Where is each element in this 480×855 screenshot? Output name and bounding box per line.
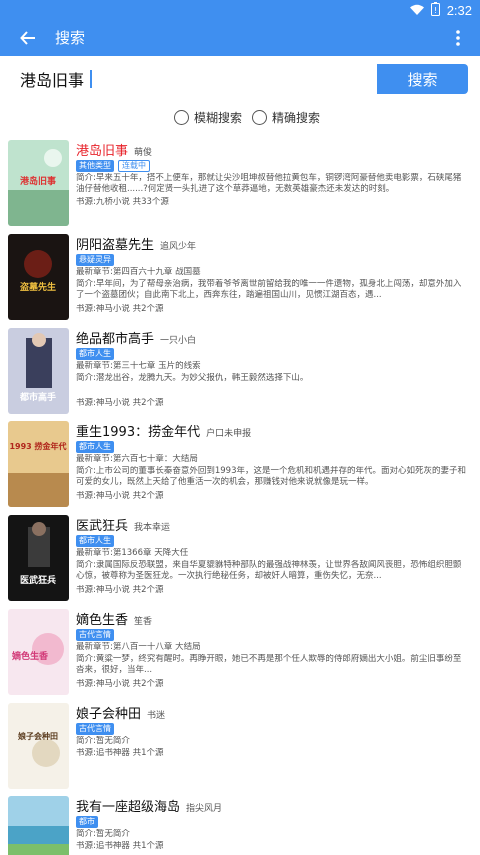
search-input[interactable] (12, 64, 378, 94)
book-title: 阴阳盗墓先生 (76, 238, 155, 253)
book-latest-chapter: 最新章节:第三十七章 玉片的线索 (76, 361, 201, 371)
book-item[interactable]: 海岛 我有一座超级海岛 指尖风月 都市 简介:暂无简介 书源:追书神器 共1个源 (0, 796, 480, 855)
book-author: 追风少年 (160, 242, 197, 252)
book-intro: 简介:早来五十年，搭不上便车，那就让尖沙咀坤叔替他拉黄包车，铜锣湾阿豪替他卖电影… (76, 173, 462, 194)
book-source: 书源:追书神器 共1个源 (76, 841, 164, 851)
radio-icon (252, 109, 267, 125)
category-tag: 都市人生 (76, 535, 114, 547)
category-tag: 悬疑灵异 (76, 254, 114, 266)
status-bar: ! 2:32 (0, 0, 480, 20)
book-source: 书源:神马小说 共2个源 (76, 679, 164, 689)
book-source: 书源:神马小说 共2个源 (76, 304, 164, 314)
book-source: 书源:九桥小说 共33个源 (76, 197, 169, 207)
book-title: 娘子会种田 (76, 707, 142, 722)
exact-search-label: 精确搜索 (272, 110, 321, 125)
search-button[interactable]: 搜索 (377, 64, 468, 94)
category-tag: 都市 (76, 816, 98, 828)
book-source: 书源:追书神器 共1个源 (76, 748, 164, 758)
cover-title: 娘子会种田 (18, 731, 58, 741)
book-source: 书源:神马小说 共2个源 (76, 491, 164, 501)
book-source: 书源:神马小说 共2个源 (76, 398, 164, 408)
fuzzy-search-option[interactable]: 模糊搜索 (174, 107, 242, 127)
more-options-button[interactable] (450, 26, 466, 50)
app-bar: 搜索 (0, 20, 480, 56)
search-mode-group: 模糊搜索 精确搜索 (0, 107, 480, 127)
wifi-icon (409, 1, 424, 20)
cover-title: 都市高手 (19, 391, 56, 403)
book-author: 我本幸运 (134, 523, 171, 533)
cover-title: 盗墓先生 (20, 281, 56, 293)
cover-title: 1993 捞金年代 (9, 441, 66, 451)
book-title: 港岛旧事 (76, 144, 129, 159)
book-cover: 1993 捞金年代 (8, 421, 69, 507)
book-item[interactable]: 1993 捞金年代 重生1993：捞金年代 户口未申报 都市人生 最新章节:第六… (0, 421, 480, 515)
book-cover: 嫡色生香 (8, 609, 69, 695)
cover-title: 医武狂兵 (20, 574, 56, 586)
book-latest-chapter: 最新章节:第八百一十八章 大结局 (76, 642, 201, 652)
book-source: 书源:神马小说 共2个源 (76, 585, 164, 595)
book-item[interactable]: 都市高手 绝品都市高手 一只小白 都市人生 最新章节:第三十七章 玉片的线索 简… (0, 328, 480, 422)
book-intro: 简介:黄粱一梦，终究有醒时。再睁开眼，她已不再是那个任人欺辱的侍郎府嫡出大小姐。… (76, 654, 462, 675)
book-title: 绝品都市高手 (76, 332, 155, 347)
book-item[interactable]: 医武狂兵 医武狂兵 我本幸运 都市人生 最新章节:第1366章 天降大任 简介:… (0, 515, 480, 609)
book-author: 笙香 (134, 617, 153, 627)
status-tag: 连载中 (118, 160, 150, 172)
book-item[interactable]: 嫡色生香 嫡色生香 笙香 古代言情 最新章节:第八百一十八章 大结局 简介:黄粱… (0, 609, 480, 703)
category-tag: 其他类型 (76, 160, 114, 172)
book-author: 书迷 (147, 711, 166, 721)
back-button[interactable] (16, 26, 40, 50)
book-item[interactable]: 港岛旧事 港岛旧事 萌俊 其他类型 连载中 简介:早来五十年，搭不上便车，那就让… (0, 140, 480, 234)
arrow-left-icon (20, 31, 35, 45)
category-tag: 都市人生 (76, 348, 114, 360)
cover-title: 港岛旧事 (20, 175, 56, 187)
book-cover: 港岛旧事 (8, 140, 69, 226)
fuzzy-search-label: 模糊搜索 (194, 110, 243, 125)
book-cover: 都市高手 (8, 328, 69, 414)
search-row: 搜索 (12, 64, 468, 94)
book-intro: 简介:暂无简介 (76, 736, 130, 746)
exact-search-option[interactable]: 精确搜索 (252, 107, 320, 127)
text-caret (90, 70, 92, 88)
book-latest-chapter: 最新章节:第四百六十九章 战国墓 (76, 267, 201, 277)
cover-title: 嫡色生香 (12, 650, 49, 662)
book-title: 医武狂兵 (76, 519, 129, 534)
book-cover: 医武狂兵 (8, 515, 69, 601)
book-intro: 简介:上市公司的董事长秦奋意外回到1993年，这是一个危机和机遇并存的年代。面对… (76, 466, 467, 487)
category-tag: 古代言情 (76, 629, 114, 641)
svg-text:!: ! (434, 6, 437, 15)
book-cover: 娘子会种田 (8, 703, 69, 789)
more-vert-icon (456, 30, 460, 46)
page-title: 搜索 (55, 29, 86, 47)
book-latest-chapter: 最新章节:第1366章 天降大任 (76, 548, 189, 558)
book-title: 重生1993：捞金年代 (76, 425, 201, 440)
book-author: 户口未申报 (206, 429, 252, 439)
book-author: 一只小白 (160, 336, 197, 346)
category-tag: 都市人生 (76, 441, 114, 453)
book-item[interactable]: 娘子会种田 娘子会种田 书迷 古代言情 简介:暂无简介 书源:追书神器 共1个源 (0, 703, 480, 797)
book-title: 嫡色生香 (76, 613, 129, 628)
book-intro: 简介:潜龙出谷，龙腾九天。为妙父报仇，韩王毅然选择下山。 (76, 373, 309, 383)
book-intro: 简介:早年间，为了帮母亲治病，我带着爷爷离世前留给我的唯一一件遗物，孤身北上闯荡… (76, 279, 462, 300)
book-cover: 盗墓先生 (8, 234, 69, 320)
book-cover: 海岛 (8, 796, 69, 855)
battery-icon: ! (430, 1, 440, 20)
status-time: 2:32 (446, 2, 472, 18)
book-title: 我有一座超级海岛 (76, 800, 181, 815)
book-latest-chapter: 最新章节:第六百七十章：大结局 (76, 454, 198, 464)
book-intro: 简介:隶属国际反恐联盟，来自华夏貔貅特种部队的最强战神林羡，让世界各敌闻风丧胆，… (76, 560, 462, 581)
book-author: 指尖风月 (186, 804, 223, 814)
book-author: 萌俊 (134, 148, 153, 158)
category-tag: 古代言情 (76, 723, 114, 735)
radio-icon (174, 109, 189, 125)
book-item[interactable]: 盗墓先生 阴阳盗墓先生 追风少年 悬疑灵异 最新章节:第四百六十九章 战国墓 简… (0, 234, 480, 328)
book-intro: 简介:暂无简介 (76, 829, 130, 839)
